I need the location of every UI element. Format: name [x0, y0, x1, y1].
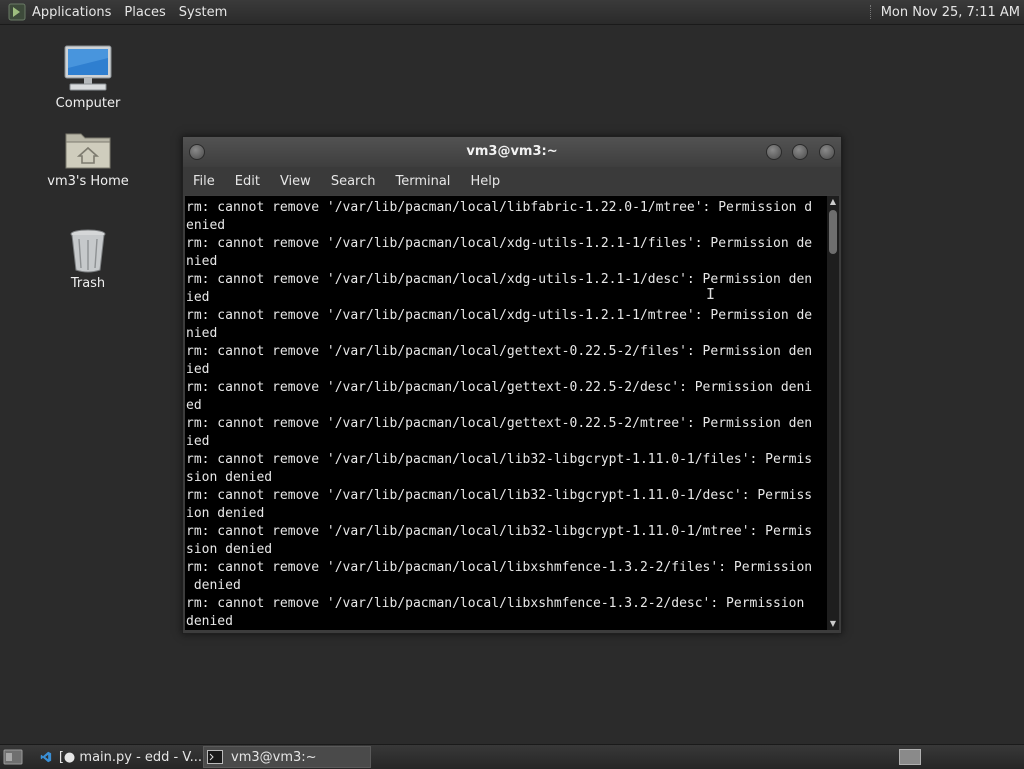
window-menu-button[interactable] — [189, 144, 205, 160]
home-folder-icon — [65, 133, 111, 169]
desktop-icon-home[interactable]: vm3's Home — [43, 126, 133, 189]
ibeam-cursor-icon: I — [706, 285, 716, 303]
system-menu[interactable]: System — [179, 5, 227, 20]
window-title: vm3@vm3:~ — [466, 144, 558, 159]
applications-menu[interactable]: Applications — [32, 5, 111, 20]
window-titlebar[interactable]: vm3@vm3:~ — [183, 137, 841, 167]
scroll-thumb[interactable] — [829, 210, 837, 254]
places-menu[interactable]: Places — [124, 5, 165, 20]
taskbar-item-label: vm3@vm3:~ — [231, 749, 317, 765]
close-button[interactable] — [819, 144, 835, 160]
top-panel: Applications Places System Mon Nov 25, 7… — [0, 0, 1024, 25]
clock[interactable]: Mon Nov 25, 7:11 AM — [881, 5, 1020, 20]
computer-icon — [64, 45, 112, 91]
trash-icon — [70, 229, 106, 273]
taskbar-item-editor[interactable]: [● main.py - edd - V... — [38, 746, 202, 768]
desktop-icon-label: Trash — [70, 276, 106, 291]
workspace-switcher-icon[interactable] — [899, 749, 921, 765]
clock-area: Mon Nov 25, 7:11 AM — [869, 0, 1020, 24]
maximize-button[interactable] — [792, 144, 808, 160]
menu-edit[interactable]: Edit — [225, 174, 270, 189]
terminal-menubar: File Edit View Search Terminal Help — [183, 167, 841, 195]
scroll-down-arrow-icon[interactable]: ▼ — [827, 618, 839, 630]
menu-help[interactable]: Help — [460, 174, 510, 189]
show-desktop-icon[interactable] — [3, 748, 23, 766]
terminal-icon — [207, 750, 223, 764]
menu-search[interactable]: Search — [321, 174, 386, 189]
applications-menu-icon[interactable] — [8, 3, 26, 21]
panel-separator — [869, 5, 873, 19]
terminal-scrollbar[interactable]: ▲ ▼ — [827, 196, 839, 630]
terminal-window: vm3@vm3:~ File Edit View Search Terminal… — [182, 136, 842, 634]
vscode-icon — [40, 751, 52, 763]
bottom-panel: [● main.py - edd - V... vm3@vm3:~ — [0, 744, 1024, 769]
desktop-icon-label: Computer — [55, 96, 121, 111]
menu-file[interactable]: File — [183, 174, 225, 189]
scroll-up-arrow-icon[interactable]: ▲ — [827, 196, 839, 208]
taskbar-item-terminal[interactable]: vm3@vm3:~ — [203, 746, 371, 768]
desktop-icon-trash[interactable]: Trash — [43, 228, 133, 291]
desktop-icon-computer[interactable]: Computer — [43, 44, 133, 111]
menu-terminal[interactable]: Terminal — [385, 174, 460, 189]
terminal-output[interactable]: rm: cannot remove '/var/lib/pacman/local… — [185, 196, 827, 630]
terminal-text: rm: cannot remove '/var/lib/pacman/local… — [186, 200, 813, 629]
desktop-icon-label: vm3's Home — [47, 174, 129, 189]
taskbar-item-label: [● main.py - edd - V... — [58, 749, 202, 765]
minimize-button[interactable] — [766, 144, 782, 160]
menu-view[interactable]: View — [270, 174, 321, 189]
